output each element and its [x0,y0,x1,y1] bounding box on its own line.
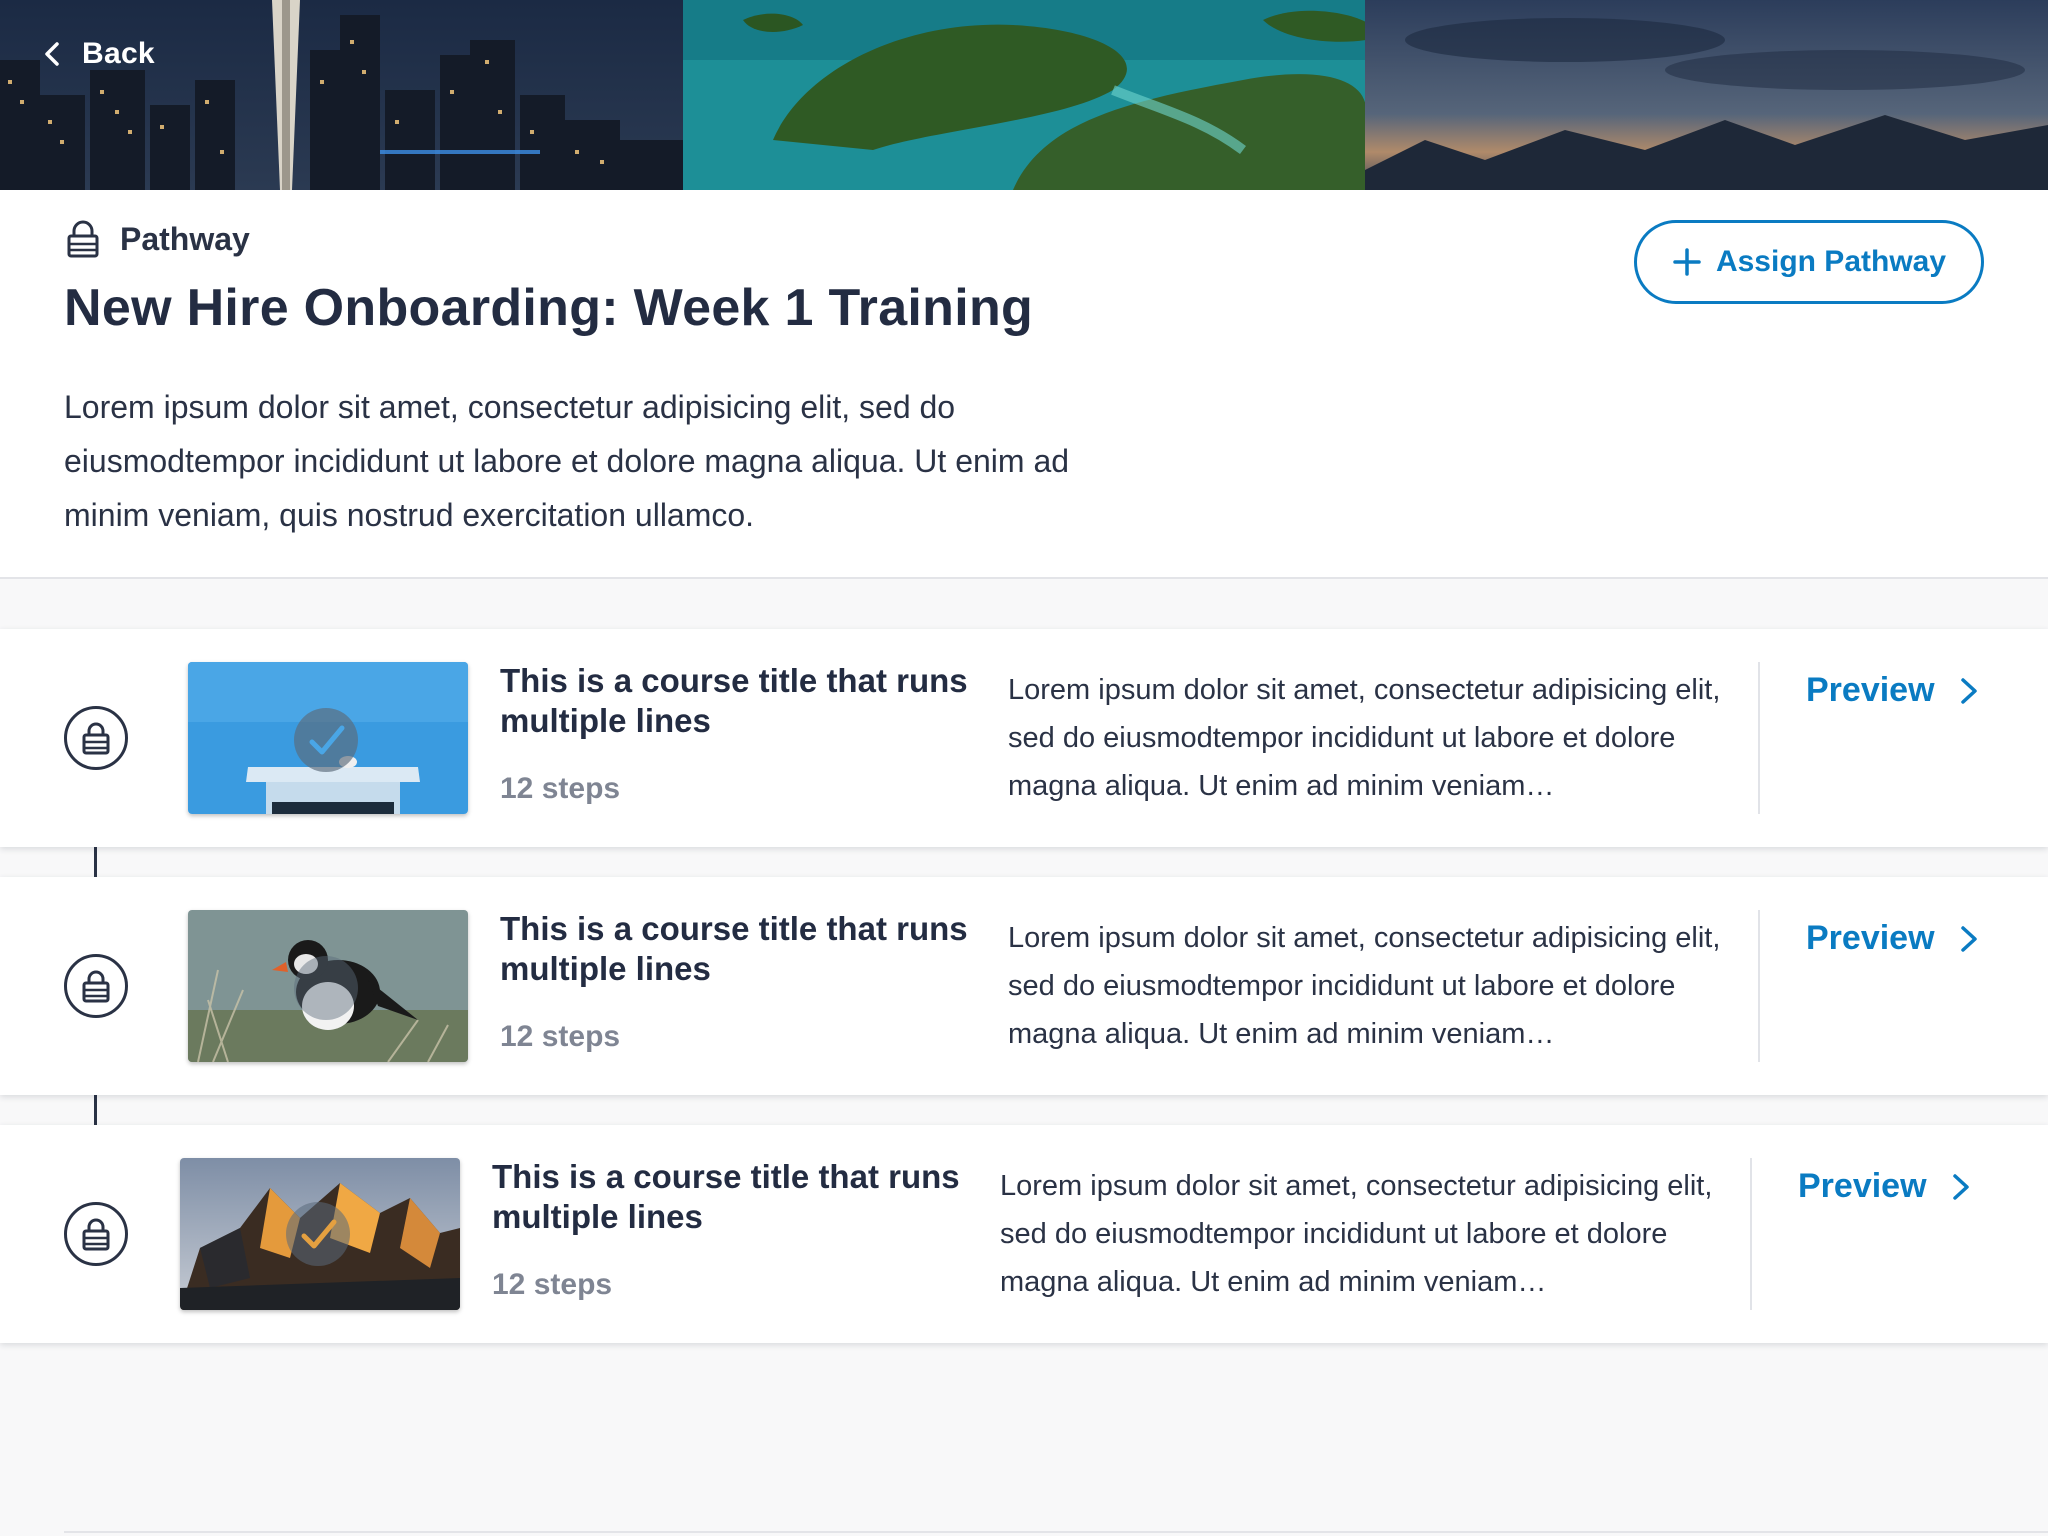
checkmark-icon [294,956,358,1020]
lock-icon [67,220,99,258]
course-title[interactable]: This is a course title that runs multipl… [500,909,980,989]
hero-image-mountains [1365,0,2048,190]
checkmark-icon [294,708,358,772]
preview-label: Preview [1806,671,1935,709]
course-description: Lorem ipsum dolor sit amet, consectetur … [1008,922,1721,1050]
page-description: Lorem ipsum dolor sit amet, consectetur … [64,389,1070,533]
course-status-lock [64,1202,128,1266]
back-button[interactable]: Back [38,28,155,80]
course-title[interactable]: This is a course title that runs multipl… [500,661,980,741]
course-steps: 12 steps [492,1268,613,1301]
course-description: Lorem ipsum dolor sit amet, consectetur … [1000,1170,1713,1298]
checkmark-icon [286,1202,350,1266]
lock-icon [82,970,110,1003]
course-description: Lorem ipsum dolor sit amet, consectetur … [1008,674,1721,802]
footer-divider [64,1531,2048,1533]
assign-pathway-label: Assign Pathway [1715,245,1947,278]
back-label: Back [82,37,155,70]
pathway-eyebrow: Pathway [66,220,250,258]
preview-label: Preview [1798,1167,1927,1205]
pathway-header: Pathway New Hire Onboarding: Week 1 Trai… [0,190,2048,579]
chevron-right-icon [1960,925,1977,952]
chevron-right-icon [1952,1173,1969,1200]
hero-banner [0,0,2048,190]
timeline-connector [94,1095,97,1125]
preview-link[interactable]: Preview [1806,671,1981,710]
assign-pathway-button[interactable]: Assign Pathway [1634,220,1984,304]
card-divider [1758,662,1760,814]
chevron-left-icon [45,42,59,66]
course-steps: 12 steps [500,1020,621,1053]
card-divider [1750,1158,1752,1310]
eyebrow-label: Pathway [120,220,250,257]
preview-label: Preview [1806,919,1935,957]
preview-link[interactable]: Preview [1806,919,1981,958]
chevron-right-icon [1960,677,1977,704]
course-card[interactable]: This is a course title that runs multipl… [0,877,2048,1095]
course-card[interactable]: This is a course title that runs multipl… [0,1125,2048,1343]
course-card[interactable]: This is a course title that runs multipl… [0,629,2048,847]
course-thumbnail[interactable] [188,662,468,814]
course-steps: 12 steps [500,772,621,805]
course-status-lock [64,706,128,770]
page-title: New Hire Onboarding: Week 1 Training [64,279,1034,337]
timeline-connector [94,847,97,877]
course-status-lock [64,954,128,1018]
lock-icon [82,1218,110,1251]
course-thumbnail[interactable] [180,1158,460,1310]
hero-image-islands [682,0,1366,190]
plus-icon [1673,248,1701,276]
lock-icon [82,722,110,755]
course-title[interactable]: This is a course title that runs multipl… [492,1157,972,1237]
card-divider [1758,910,1760,1062]
preview-link[interactable]: Preview [1798,1167,1973,1206]
course-thumbnail[interactable] [188,910,468,1062]
